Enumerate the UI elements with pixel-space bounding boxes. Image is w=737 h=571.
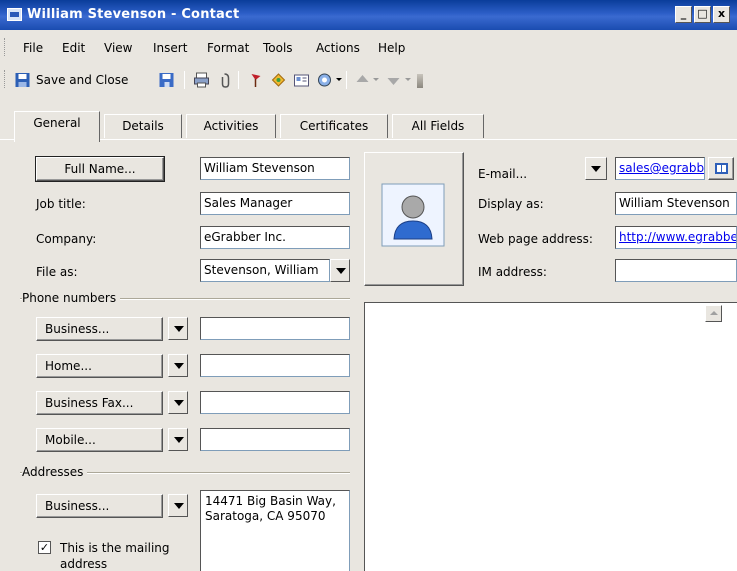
address-type-dropdown[interactable] [168,494,188,517]
tab-certificates[interactable]: Certificates [280,114,388,138]
phone-business-fax-field[interactable] [200,391,350,414]
minimize-button[interactable]: _ [675,6,692,23]
email-link[interactable]: sales@egrabber.com [619,161,704,175]
new-item-dropdown[interactable] [336,78,342,81]
mailing-address-checkbox[interactable]: ✓ [38,541,51,554]
menu-file[interactable]: File [23,41,43,55]
scroll-up-arrow-icon [710,311,718,315]
phone-mobile-dropdown[interactable] [168,428,188,451]
menu-help[interactable]: Help [378,41,405,55]
company-label: Company: [36,232,97,246]
contact-window-icon[interactable] [7,8,22,21]
phone-home-button[interactable]: Home... [36,354,163,378]
categories-icon[interactable] [270,72,287,88]
menu-edit[interactable]: Edit [62,41,85,55]
address-line-2: Saratoga, CA 95070 [205,509,326,523]
file-as-dropdown[interactable] [330,259,350,282]
im-address-label: IM address: [478,265,547,279]
new-item-icon[interactable] [316,72,333,88]
menu-actions[interactable]: Actions [316,41,360,55]
mailing-address-label: This is the mailing address [60,540,170,571]
phone-mobile-field[interactable] [200,428,350,451]
save-and-close-button[interactable]: Save and Close [12,67,150,92]
contact-picture-icon [381,183,445,247]
im-address-field[interactable] [615,259,737,282]
address-field[interactable]: 14471 Big Basin Way, Saratoga, CA 95070 [200,490,350,571]
notes-area[interactable] [364,302,737,571]
phone-home-dropdown[interactable] [168,354,188,377]
menu-tools[interactable]: Tools [263,41,293,55]
close-button[interactable]: x [713,6,730,23]
menu-view[interactable]: View [104,41,132,55]
tab-details[interactable]: Details [104,114,182,138]
next-item-icon[interactable] [385,72,402,88]
web-page-field[interactable]: http://www.egrabber.com [615,226,737,249]
web-page-link[interactable]: http://www.egrabber.com [619,230,736,244]
previous-item-dropdown[interactable] [373,78,379,81]
phone-home-field[interactable] [200,354,350,377]
toolbar-overflow-chevron[interactable] [417,74,423,88]
phone-numbers-heading: Phone numbers [22,291,121,305]
toolbar-separator [238,71,239,89]
add-contact-picture-button[interactable] [364,152,464,286]
toolbar-separator [346,71,347,89]
save-icon[interactable] [158,72,175,88]
phone-business-fax-button[interactable]: Business Fax... [36,391,163,415]
tab-general[interactable]: General [14,111,100,142]
toolbar: Save and Close [0,64,737,94]
address-book-button[interactable] [708,157,734,180]
contact-window: William Stevenson - Contact _ □ x File E… [0,0,737,571]
window-title: William Stevenson - Contact [27,7,240,22]
file-as-label: File as: [36,265,78,279]
menu-bar: File Edit View Insert Format Tools Actio… [0,34,737,60]
flag-icon[interactable] [247,72,264,88]
phone-mobile-button[interactable]: Mobile... [36,428,163,452]
save-close-icon [15,73,30,87]
addresses-heading: Addresses [22,465,88,479]
mailing-address-label-line2: address [60,557,108,571]
email-field[interactable]: sales@egrabber.com [615,157,705,180]
address-book-icon [715,163,728,174]
phone-business-dropdown[interactable] [168,317,188,340]
print-icon[interactable] [193,72,210,88]
attach-icon[interactable] [216,72,233,88]
full-name-button[interactable]: Full Name... [35,156,165,182]
maximize-button[interactable]: □ [694,6,711,23]
next-item-dropdown[interactable] [405,78,411,81]
phone-business-field[interactable] [200,317,350,340]
tab-activities[interactable]: Activities [186,114,276,138]
toolbar-separator [184,71,185,89]
display-as-field[interactable]: William Stevenson [615,192,737,215]
email-type-dropdown[interactable] [585,157,607,180]
address-type-button[interactable]: Business... [36,494,163,518]
menu-format[interactable]: Format [207,41,249,55]
file-as-field[interactable]: Stevenson, William [200,259,330,282]
tab-strip: General Details Activities Certificates … [0,108,737,142]
job-title-field[interactable]: Sales Manager [200,192,350,215]
title-bar[interactable]: William Stevenson - Contact _ □ x [0,0,737,30]
menu-insert[interactable]: Insert [153,41,187,55]
tab-page-border [0,139,737,140]
notes-scroll-up-button[interactable] [705,305,722,322]
company-field[interactable]: eGrabber Inc. [200,226,350,249]
full-name-field[interactable]: William Stevenson [200,157,350,180]
email-label[interactable]: E-mail... [478,167,527,181]
tab-all-fields[interactable]: All Fields [392,114,484,138]
display-as-label: Display as: [478,197,544,211]
toolbar-grip[interactable] [4,70,7,88]
web-page-label: Web page address: [478,232,593,246]
previous-item-icon[interactable] [354,72,371,88]
save-and-close-label: Save and Close [36,73,129,87]
phone-business-button[interactable]: Business... [36,317,163,341]
mailing-address-label-line1: This is the mailing [60,541,170,555]
address-line-1: 14471 Big Basin Way, [205,494,336,508]
job-title-label: Job title: [36,197,86,211]
menu-grip[interactable] [4,38,7,56]
address-card-icon[interactable] [293,72,310,88]
phone-business-fax-dropdown[interactable] [168,391,188,414]
